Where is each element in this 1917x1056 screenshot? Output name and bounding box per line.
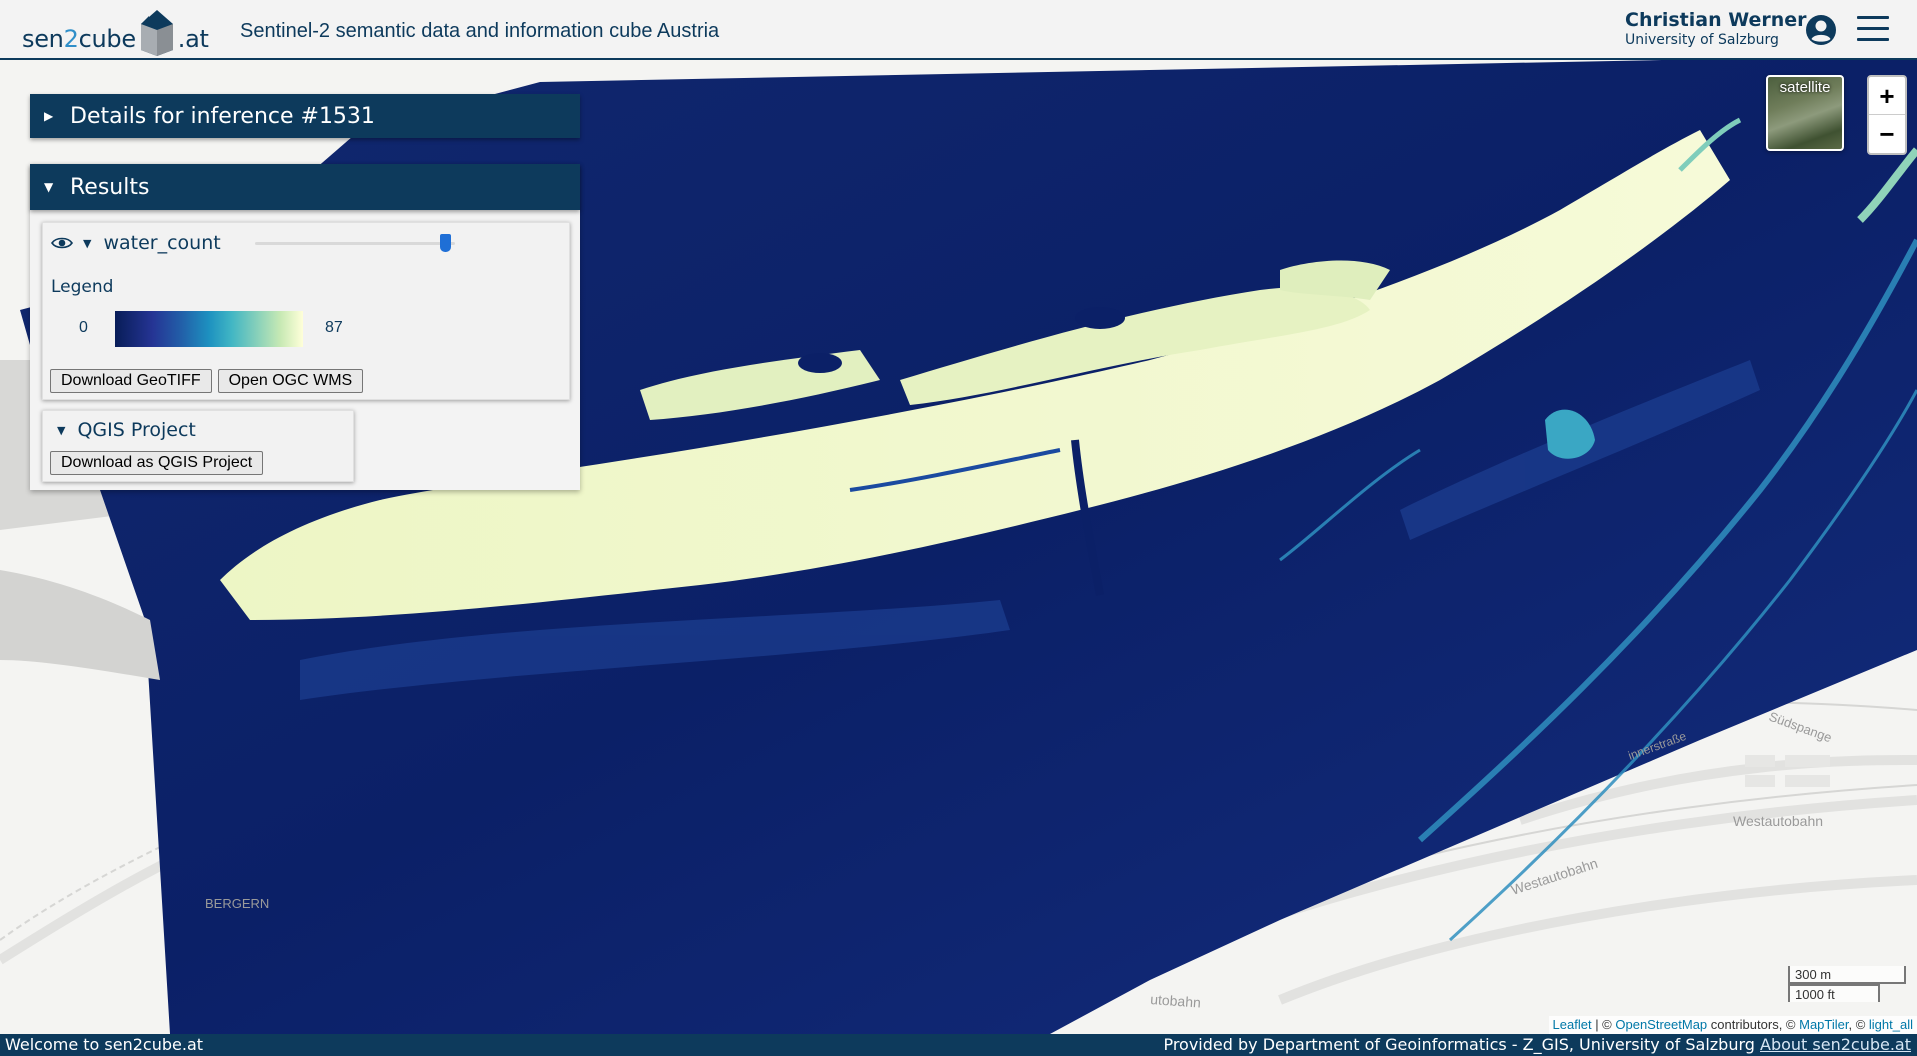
legend-min-value: 0 [79, 319, 88, 336]
zoom-in-button[interactable]: + [1869, 77, 1905, 115]
opacity-slider-track[interactable] [255, 242, 455, 245]
leaflet-link[interactable]: Leaflet [1553, 1017, 1592, 1032]
footer-provider: Provided by Department of Geoinformatics… [1163, 1034, 1911, 1056]
qgis-title: QGIS Project [77, 419, 196, 441]
label-bergern: BERGERN [205, 896, 269, 911]
details-header[interactable]: ▶ Details for inference #1531 [30, 94, 580, 138]
user-name: Christian Werner [1625, 9, 1807, 31]
eye-icon[interactable] [51, 236, 73, 250]
logo-text-sen: sen2cube [22, 25, 136, 53]
layer-name: water_count [103, 232, 221, 254]
download-qgis-project-button[interactable]: Download as QGIS Project [50, 451, 264, 475]
sen2cube-logo[interactable]: sen2cube .at [22, 6, 209, 56]
scale-meters: 300 m [1788, 966, 1906, 984]
logo-text-at: .at [177, 25, 209, 53]
side-panel: ▶ Details for inference #1531 ▼ Results … [30, 94, 580, 490]
legend-title: Legend [51, 277, 114, 297]
account-circle-icon[interactable] [1805, 14, 1837, 46]
open-ogc-wms-button[interactable]: Open OGC WMS [217, 369, 364, 393]
user-info: Christian Werner University of Salzburg [1625, 9, 1807, 49]
hamburger-menu-icon[interactable] [1857, 16, 1889, 44]
download-geotiff-button[interactable]: Download GeoTIFF [50, 369, 212, 393]
opacity-slider-thumb[interactable] [439, 234, 451, 252]
details-title: Details for inference #1531 [70, 103, 375, 129]
results-section: ▼ Results ▼ water_count Legend 0 87 Down… [30, 164, 580, 490]
zoom-control: + − [1867, 75, 1907, 155]
label-westautobahn-1: Westautobahn [1733, 813, 1823, 829]
qgis-actions: Download as QGIS Project [43, 449, 353, 475]
light-all-link[interactable]: light_all [1869, 1017, 1913, 1032]
zoom-out-button[interactable]: − [1869, 115, 1905, 153]
layer-collapse-icon[interactable]: ▼ [83, 237, 91, 250]
expand-triangle-icon: ▶ [44, 109, 54, 123]
map-attribution: Leaflet | © OpenStreetMap contributors, … [1548, 1016, 1917, 1034]
maptiler-link[interactable]: MapTiler [1799, 1017, 1848, 1032]
footer-provided-by: Provided by Department of Geoinformatics… [1163, 1035, 1760, 1054]
layer-card: ▼ water_count Legend 0 87 Download GeoTI… [42, 222, 570, 400]
about-link[interactable]: About sen2cube.at [1760, 1035, 1911, 1054]
legend: 0 87 [43, 297, 569, 355]
user-organization: University of Salzburg [1625, 32, 1779, 48]
layer-actions: Download GeoTIFF Open OGC WMS [43, 355, 569, 393]
app-header: sen2cube .at Sentinel-2 semantic data an… [0, 0, 1917, 60]
openstreetmap-link[interactable]: OpenStreetMap [1615, 1017, 1707, 1032]
qgis-header[interactable]: ▼ QGIS Project [43, 411, 353, 449]
qgis-collapse-icon: ▼ [57, 423, 66, 437]
legend-max-value: 87 [325, 319, 343, 336]
results-header[interactable]: ▼ Results [30, 164, 580, 210]
cube-icon [140, 10, 173, 56]
layer-switch-label: satellite [1779, 79, 1831, 96]
qgis-card: ▼ QGIS Project Download as QGIS Project [42, 410, 354, 482]
basemap-layer-switcher[interactable]: satellite [1766, 75, 1844, 151]
map-scale: 300 m 1000 ft [1788, 966, 1906, 1002]
app-footer: Welcome to sen2cube.at Provided by Depar… [0, 1034, 1917, 1056]
results-title: Results [70, 174, 150, 200]
footer-welcome: Welcome to sen2cube.at [5, 1035, 204, 1054]
collapse-triangle-icon: ▼ [44, 180, 54, 194]
legend-color-ramp [115, 311, 303, 347]
app-subtitle: Sentinel-2 semantic data and information… [240, 20, 720, 42]
layer-header: ▼ water_count [43, 223, 569, 263]
scale-feet: 1000 ft [1788, 984, 1880, 1002]
